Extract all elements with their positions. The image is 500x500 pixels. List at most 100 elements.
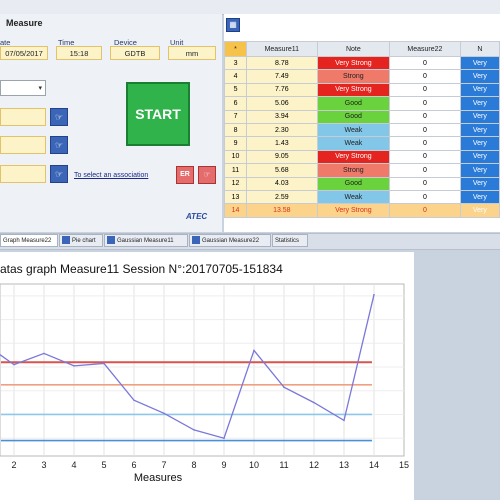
association-select[interactable]: ▾ (0, 80, 46, 96)
tab-pie-chart[interactable]: Pie chart (59, 234, 103, 247)
row-index: 14 (223, 203, 248, 218)
tab-label: Gaussian Measure22 (202, 238, 260, 244)
measure22-cell: 0 (389, 109, 461, 124)
table-row[interactable]: 11 5.68 Strong 0 Very (223, 163, 500, 178)
tab-graph-measure22[interactable]: Graph Measure22 (0, 234, 58, 247)
x-tick-label: 8 (191, 460, 196, 470)
plot-area (0, 283, 405, 457)
row-index: 8 (223, 122, 248, 138)
tab-gaussian-measure11[interactable]: Gaussian Measure11 (104, 234, 188, 247)
data-point (73, 365, 75, 367)
dropdown-arrow-icon: ▾ (38, 85, 42, 92)
table-row[interactable]: 9 1.43 Weak 0 Very (223, 136, 500, 151)
measure11-cell: 13.58 (246, 203, 318, 218)
x-tick-label: 2 (11, 460, 16, 470)
gaussian-icon (192, 236, 200, 245)
measures-table: * Measure11 Note Measure22 N 3 8.78 Very S… (223, 41, 500, 218)
gaussian-icon (107, 236, 115, 245)
row-index: 4 (223, 69, 248, 84)
data-point (103, 362, 105, 365)
data-point (373, 293, 375, 296)
column-header-index[interactable]: * (223, 41, 248, 57)
x-tick-label: 6 (131, 460, 136, 470)
x-tick-label: 3 (41, 460, 46, 470)
hand-icon-button-3[interactable]: ☞ (50, 165, 68, 183)
table-row[interactable]: 3 8.78 Very Strong 0 Very (223, 55, 500, 71)
column-header-note22[interactable]: N (459, 41, 500, 57)
hand-icon-button-4[interactable]: ☞ (198, 166, 216, 184)
data-point (163, 412, 165, 415)
tab-statistics[interactable]: Statistics (272, 234, 308, 247)
note22-cell: Very (459, 82, 500, 98)
note-cell: Good (316, 96, 391, 111)
hand-icon-button-1[interactable]: ☞ (50, 108, 68, 126)
column-header-note[interactable]: Note (316, 41, 391, 57)
x-axis-label: Measures (134, 472, 183, 484)
note-cell: Weak (316, 122, 391, 138)
note22-cell: Very (459, 203, 500, 218)
note-cell: Very Strong (316, 82, 391, 98)
note-cell: Weak (316, 136, 391, 151)
measure11-cell: 3.94 (246, 109, 318, 124)
table-row[interactable]: 6 5.06 Good 0 Very (223, 96, 500, 111)
data-point (223, 437, 225, 440)
measure11-cell: 1.43 (246, 136, 318, 151)
measure11-cell: 8.78 (246, 55, 318, 71)
data-point (133, 399, 135, 402)
data-point (43, 352, 45, 355)
table-row[interactable]: 5 7.76 Very Strong 0 Very (223, 82, 500, 98)
column-header-measure22[interactable]: Measure22 (389, 41, 461, 57)
measure11-cell: 7.49 (246, 69, 318, 84)
x-tick-label: 12 (309, 460, 319, 470)
note22-cell: Very (459, 136, 500, 151)
start-button[interactable]: START (126, 82, 190, 146)
hand-icon-button-2[interactable]: ☞ (50, 136, 68, 154)
row-index: 6 (223, 96, 248, 111)
table-row[interactable]: 12 4.03 Good 0 Very (223, 176, 500, 191)
table-row[interactable]: 7 3.94 Good 0 Very (223, 109, 500, 124)
measure11-cell: 9.05 (246, 149, 318, 165)
x-tick-label: 4 (71, 460, 76, 470)
measure11-cell: 5.68 (246, 163, 318, 178)
data-point (193, 429, 195, 431)
er-button[interactable]: ER (176, 166, 194, 184)
row-index: 10 (223, 149, 248, 165)
note-cell: Very Strong (316, 203, 391, 218)
data-point (343, 419, 345, 422)
note22-cell: Very (459, 176, 500, 191)
table-header-row: * Measure11 Note Measure22 N (223, 41, 500, 57)
row-index: 9 (223, 136, 248, 151)
table-row[interactable]: 13 2.59 Weak 0 Very (223, 189, 500, 205)
measure22-cell: 0 (389, 203, 461, 218)
table-row[interactable]: 10 9.05 Very Strong 0 Very (223, 149, 500, 165)
grid-icon[interactable]: ▦ (226, 18, 240, 32)
note22-cell: Very (459, 96, 500, 111)
column-header-measure11[interactable]: Measure11 (246, 41, 318, 57)
field-1[interactable] (0, 108, 46, 126)
note-cell: Weak (316, 189, 391, 205)
note-cell: Good (316, 109, 391, 124)
pie-chart-icon (62, 236, 70, 245)
x-tick-label: 5 (101, 460, 106, 470)
measure11-cell: 7.76 (246, 82, 318, 98)
measure22-cell: 0 (389, 69, 461, 84)
row-index: 7 (223, 109, 248, 124)
table-row[interactable]: 14 13.58 Very Strong 0 Very (223, 203, 500, 218)
table-row[interactable]: 8 2.30 Weak 0 Very (223, 122, 500, 138)
note-cell: Very Strong (316, 55, 391, 71)
x-tick-label: 11 (279, 460, 288, 470)
note22-cell: Very (459, 149, 500, 165)
field-2[interactable] (0, 136, 46, 154)
empty-area (414, 252, 500, 500)
chart-title: atas graph Measure11 Session N°:20170705… (0, 262, 283, 276)
field-3[interactable] (0, 165, 46, 183)
tab-gaussian-measure22[interactable]: Gaussian Measure22 (189, 234, 271, 247)
note22-cell: Very (459, 122, 500, 138)
table-row[interactable]: 4 7.49 Strong 0 Very (223, 69, 500, 84)
measure22-cell: 0 (389, 82, 461, 98)
row-index: 11 (223, 163, 248, 178)
time-value: 15:18 (56, 46, 102, 60)
select-association-link[interactable]: To select an association (74, 172, 148, 179)
x-tick-labels: 2 3 4 5 6 7 8 9 10 11 12 13 14 15 (11, 460, 409, 470)
x-tick-label: 10 (249, 460, 259, 470)
